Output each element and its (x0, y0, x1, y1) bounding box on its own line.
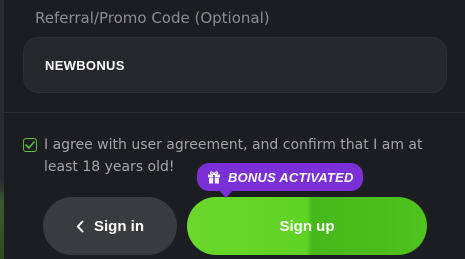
sign-in-label: Sign in (94, 217, 144, 235)
sign-in-button[interactable]: Sign in (43, 197, 177, 255)
sign-up-button[interactable]: Sign up (187, 197, 427, 255)
check-icon (25, 141, 35, 149)
chevron-left-icon (76, 220, 84, 233)
bonus-activated-badge: BONUS ACTIVATED (197, 163, 363, 198)
gift-icon (207, 170, 221, 184)
agreement-checkbox[interactable] (23, 138, 37, 152)
promo-code-input[interactable]: NEWBONUS (23, 37, 447, 93)
promo-code-value: NEWBONUS (45, 57, 125, 73)
left-edge-strip (0, 0, 4, 259)
bonus-activated-text: BONUS ACTIVATED (228, 169, 354, 185)
promo-code-label: Referral/Promo Code (Optional) (35, 9, 270, 27)
sign-up-label: Sign up (279, 217, 335, 235)
divider (0, 112, 465, 113)
